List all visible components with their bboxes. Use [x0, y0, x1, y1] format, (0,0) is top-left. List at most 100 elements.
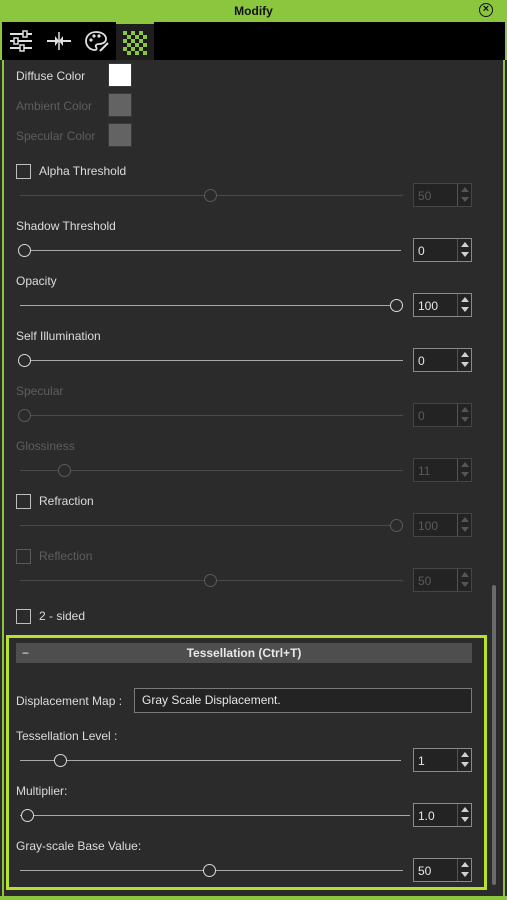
tessellation-level-slider-track[interactable]	[20, 760, 401, 761]
checker-icon	[123, 31, 147, 55]
opacity-slider-thumb[interactable]	[390, 299, 403, 312]
specular-slider-thumb	[18, 409, 31, 422]
glossiness-spinbox: 11	[413, 458, 472, 482]
decrement-arrow-icon	[461, 197, 469, 202]
self-illumination-slider-thumb[interactable]	[18, 354, 31, 367]
opacity-label: Opacity	[16, 274, 57, 288]
shadow-threshold-slider-thumb[interactable]	[18, 244, 31, 257]
multiplier-value[interactable]: 1.0	[418, 809, 435, 823]
increment-arrow-icon[interactable]	[461, 242, 469, 247]
increment-arrow-icon[interactable]	[461, 297, 469, 302]
opacity-slider-track[interactable]	[20, 305, 403, 306]
specular-value: 0	[418, 409, 425, 423]
self-illumination-label: Self Illumination	[16, 329, 101, 343]
collapse-icon[interactable]: −	[22, 643, 29, 663]
tessellation-level-slider-thumb[interactable]	[54, 754, 67, 767]
decrement-arrow-icon	[461, 582, 469, 587]
specular-label: Specular	[16, 384, 64, 398]
window-title: Modify	[234, 4, 273, 18]
reflection-spinbox: 50	[413, 568, 472, 592]
opacity-value[interactable]: 100	[418, 299, 438, 313]
multiplier-slider-thumb[interactable]	[21, 809, 34, 822]
decrement-arrow-icon[interactable]	[461, 362, 469, 367]
shadow-threshold-slider-track[interactable]	[20, 250, 401, 251]
shadow-threshold-label: Shadow Threshold	[16, 219, 116, 233]
alpha-threshold-checkbox[interactable]	[16, 164, 31, 179]
alpha-threshold-value: 50	[418, 189, 432, 203]
tab-bar	[0, 22, 507, 60]
increment-arrow-icon	[461, 572, 469, 577]
increment-arrow-icon	[461, 187, 469, 192]
window-bottom-border	[0, 896, 507, 900]
sliders-icon	[10, 30, 32, 52]
decrement-arrow-icon[interactable]	[461, 252, 469, 257]
reflection-slider-thumb	[204, 574, 217, 587]
tab-compress[interactable]	[40, 22, 78, 60]
alpha-threshold-spinbox: 50	[413, 183, 472, 207]
glossiness-slider-track	[20, 470, 403, 471]
palette-icon	[85, 31, 109, 52]
decrement-arrow-icon[interactable]	[461, 872, 469, 877]
two-sided-checkbox[interactable]	[16, 609, 31, 624]
tessellation-header[interactable]: − Tessellation (Ctrl+T)	[16, 643, 472, 663]
increment-arrow-icon[interactable]	[461, 807, 469, 812]
reflection-label: Reflection	[39, 549, 93, 563]
tab-palette[interactable]	[78, 22, 116, 60]
tessellation-level-label: Tessellation Level :	[16, 729, 118, 743]
diffuse-color-swatch[interactable]	[108, 63, 132, 87]
panel-scrollbar[interactable]	[492, 585, 496, 885]
multiplier-slider-track[interactable]	[20, 815, 410, 816]
grayscale-base-spinbox[interactable]: 50	[413, 858, 472, 882]
ambient-color-label: Ambient Color	[16, 99, 93, 113]
window-title-bar: Modify ×	[0, 0, 507, 22]
reflection-value: 50	[418, 574, 432, 588]
increment-arrow-icon	[461, 462, 469, 467]
alpha-threshold-label: Alpha Threshold	[39, 164, 127, 178]
self-illumination-slider-track[interactable]	[20, 360, 403, 361]
compress-icon	[47, 32, 71, 50]
decrement-arrow-icon[interactable]	[461, 817, 469, 822]
glossiness-slider-thumb	[58, 464, 71, 477]
multiplier-spinbox[interactable]: 1.0	[413, 803, 472, 827]
displacement-map-field[interactable]: Gray Scale Displacement.	[134, 688, 472, 713]
diffuse-color-label: Diffuse Color	[16, 69, 86, 83]
decrement-arrow-icon[interactable]	[461, 762, 469, 767]
increment-arrow-icon[interactable]	[461, 352, 469, 357]
increment-arrow-icon[interactable]	[461, 752, 469, 757]
increment-arrow-icon[interactable]	[461, 862, 469, 867]
decrement-arrow-icon	[461, 417, 469, 422]
grayscale-base-slider-thumb[interactable]	[203, 864, 216, 877]
increment-arrow-icon	[461, 517, 469, 522]
refraction-checkbox[interactable]	[16, 494, 31, 509]
self-illumination-value[interactable]: 0	[418, 354, 425, 368]
refraction-label: Refraction	[39, 494, 94, 508]
tessellation-level-value[interactable]: 1	[418, 754, 425, 768]
alpha-threshold-slider-thumb	[204, 189, 217, 202]
opacity-spinbox[interactable]: 100	[413, 293, 472, 317]
tessellation-title: Tessellation (Ctrl+T)	[186, 646, 302, 660]
two-sided-label: 2 - sided	[39, 609, 86, 623]
specular-color-swatch	[108, 123, 132, 147]
grayscale-base-label: Gray-scale Base Value:	[16, 839, 142, 853]
ambient-color-swatch	[108, 93, 132, 117]
refraction-slider-track	[20, 525, 403, 526]
refraction-spinbox: 100	[413, 513, 472, 537]
displacement-map-label: Displacement Map :	[16, 694, 123, 708]
specular-color-label: Specular Color	[16, 129, 96, 143]
decrement-arrow-icon[interactable]	[461, 307, 469, 312]
shadow-threshold-spinbox[interactable]: 0	[413, 238, 472, 262]
increment-arrow-icon	[461, 407, 469, 412]
specular-spinbox: 0	[413, 403, 472, 427]
tab-sliders[interactable]	[2, 22, 40, 60]
close-icon[interactable]: ×	[479, 3, 493, 17]
glossiness-label: Glossiness	[16, 439, 75, 453]
refraction-slider-thumb	[390, 519, 403, 532]
multiplier-label: Multiplier:	[16, 784, 68, 798]
tab-texture[interactable]	[116, 22, 154, 60]
grayscale-base-value[interactable]: 50	[418, 864, 431, 878]
decrement-arrow-icon	[461, 472, 469, 477]
shadow-threshold-value[interactable]: 0	[418, 244, 425, 258]
specular-slider-track	[20, 415, 403, 416]
tessellation-level-spinbox[interactable]: 1	[413, 748, 472, 772]
self-illumination-spinbox[interactable]: 0	[413, 348, 472, 372]
